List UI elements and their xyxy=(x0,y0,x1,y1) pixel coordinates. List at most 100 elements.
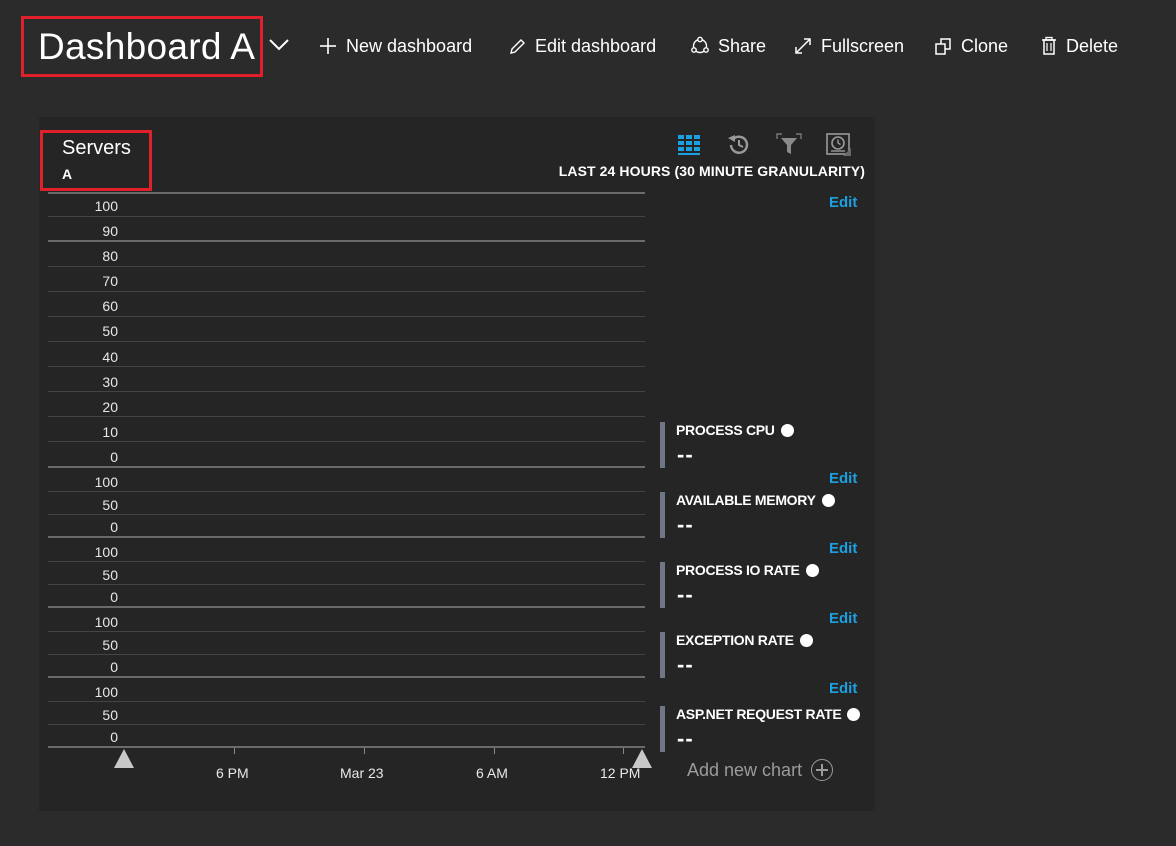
time-range-label[interactable]: LAST 24 HOURS (30 MINUTE GRANULARITY) xyxy=(559,163,865,179)
share-icon xyxy=(691,36,709,54)
y-tick-label: 0 xyxy=(110,659,118,675)
x-tick-label: 6 PM xyxy=(216,765,249,781)
edit-link[interactable]: Edit xyxy=(829,680,857,697)
history-icon[interactable] xyxy=(726,132,752,158)
gridline xyxy=(48,631,645,632)
metric-name: EXCEPTION RATE xyxy=(676,632,813,648)
gridline xyxy=(48,416,645,417)
fullscreen-button[interactable]: Fullscreen xyxy=(793,33,904,59)
y-tick-label: 100 xyxy=(94,198,118,214)
metric-color-bar xyxy=(660,632,665,678)
dashboard-title[interactable]: Dashboard A xyxy=(38,24,255,70)
metric-label: ASP.NET REQUEST RATE xyxy=(676,706,842,722)
gridline xyxy=(48,701,645,702)
gridline xyxy=(48,606,645,608)
metric-color-bar xyxy=(660,492,665,538)
gridline xyxy=(48,536,645,538)
y-tick-label: 100 xyxy=(94,684,118,700)
status-dot-icon xyxy=(847,707,861,721)
status-dot-icon xyxy=(780,423,794,437)
y-tick-label: 0 xyxy=(110,449,118,465)
fullscreen-label: Fullscreen xyxy=(821,35,905,56)
edit-link[interactable]: Edit xyxy=(829,610,857,627)
gridline xyxy=(48,514,645,515)
x-tick-mark xyxy=(494,748,495,754)
metric-label: PROCESS CPU xyxy=(676,422,775,438)
trash-icon xyxy=(1042,36,1056,55)
clock-icon[interactable] xyxy=(826,132,852,158)
y-tick-label: 90 xyxy=(102,223,118,239)
y-tick-label: 100 xyxy=(94,474,118,490)
gridline xyxy=(48,366,645,367)
y-tick-label: 0 xyxy=(110,589,118,605)
gridline xyxy=(48,491,645,492)
add-new-chart-button[interactable]: Add new chart xyxy=(687,759,834,781)
plus-icon xyxy=(320,38,336,54)
metric-value: -- xyxy=(677,512,694,537)
metric-name: PROCESS IO RATE xyxy=(676,562,819,578)
edit-link[interactable]: Edit xyxy=(829,540,857,557)
y-tick-label: 100 xyxy=(94,544,118,560)
delete-button[interactable]: Delete xyxy=(1040,33,1118,59)
y-tick-label: 0 xyxy=(110,729,118,745)
y-tick-label: 10 xyxy=(102,424,118,440)
range-slider-left-handle[interactable] xyxy=(114,749,134,768)
gridline xyxy=(48,341,645,342)
gridline xyxy=(48,291,645,292)
chevron-down-icon[interactable] xyxy=(268,36,290,54)
y-tick-label: 50 xyxy=(102,707,118,723)
gridline xyxy=(48,654,645,655)
grid-icon[interactable] xyxy=(676,132,702,158)
x-tick-label: Mar 23 xyxy=(340,765,384,781)
metric-value: -- xyxy=(677,582,694,607)
gridline xyxy=(48,266,645,267)
clone-button[interactable]: Clone xyxy=(934,33,1008,59)
y-tick-label: 30 xyxy=(102,374,118,390)
edit-link[interactable]: Edit xyxy=(829,470,857,487)
pencil-icon xyxy=(510,38,525,54)
metric-color-bar xyxy=(660,706,665,752)
metric-value: -- xyxy=(677,652,694,677)
status-dot-icon xyxy=(805,563,819,577)
edit-dashboard-button[interactable]: Edit dashboard xyxy=(508,33,656,59)
y-tick-label: 40 xyxy=(102,349,118,365)
share-label: Share xyxy=(718,35,767,56)
metric-name: AVAILABLE MEMORY xyxy=(676,492,835,508)
filter-icon[interactable] xyxy=(776,132,802,158)
status-dot-icon xyxy=(799,633,813,647)
x-tick-label: 6 AM xyxy=(476,765,508,781)
metric-label: EXCEPTION RATE xyxy=(676,632,794,648)
y-tick-label: 20 xyxy=(102,399,118,415)
dashboard-header: Dashboard A New dashboard Edit dashboard… xyxy=(0,0,1176,95)
edit-dashboard-label: Edit dashboard xyxy=(535,35,657,56)
metric-name: ASP.NET REQUEST RATE xyxy=(676,706,861,722)
plus-circle-icon xyxy=(811,759,834,781)
metric-label: AVAILABLE MEMORY xyxy=(676,492,816,508)
x-tick-mark xyxy=(234,748,235,754)
y-tick-label: 80 xyxy=(102,248,118,264)
gridline xyxy=(48,192,645,194)
y-tick-label: 0 xyxy=(110,519,118,535)
share-button[interactable]: Share xyxy=(690,33,766,59)
y-tick-label: 100 xyxy=(94,614,118,630)
gridline xyxy=(48,676,645,678)
range-slider-right-handle[interactable] xyxy=(632,749,652,768)
tile-subtitle: A xyxy=(62,166,73,182)
y-tick-label: 50 xyxy=(102,567,118,583)
gridline xyxy=(48,240,645,242)
tile-title: Servers xyxy=(62,137,131,159)
edit-link-top[interactable]: Edit xyxy=(829,194,857,211)
x-tick-mark xyxy=(623,748,624,754)
new-dashboard-button[interactable]: New dashboard xyxy=(318,33,472,59)
x-tick-mark xyxy=(364,748,365,754)
y-tick-label: 50 xyxy=(102,637,118,653)
add-new-chart-label: Add new chart xyxy=(687,759,803,780)
metric-label: PROCESS IO RATE xyxy=(676,562,800,578)
status-dot-icon xyxy=(821,493,835,507)
metric-value: -- xyxy=(677,442,694,467)
metric-color-bar xyxy=(660,422,665,468)
gridline xyxy=(48,561,645,562)
y-tick-label: 70 xyxy=(102,273,118,289)
expand-icon xyxy=(795,38,811,54)
metric-color-bar xyxy=(660,562,665,608)
